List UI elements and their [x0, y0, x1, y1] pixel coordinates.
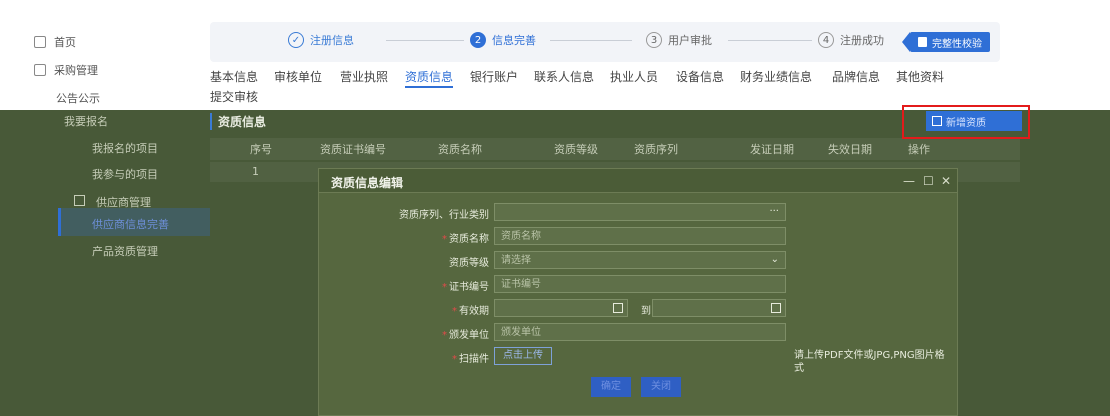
step-bar: ✓ 注册信息 2 信息完善 3 用户审批 4 注册成功 完整性校验: [210, 22, 1000, 62]
field-label: 扫描件: [459, 354, 489, 365]
folder-icon: [34, 64, 46, 76]
tab-basic-info[interactable]: 基本信息: [210, 68, 258, 86]
certificate-number-input[interactable]: 证书编号: [494, 275, 786, 293]
upload-button[interactable]: 点击上传: [494, 347, 552, 365]
sidebar-item-home[interactable]: 首页: [22, 28, 210, 56]
sidebar-item-product-qualification[interactable]: 产品资质管理: [92, 243, 158, 259]
tab-contacts[interactable]: 联系人信息: [534, 68, 594, 86]
step-register-success: 4 注册成功: [818, 32, 884, 48]
field-row-cert-no: * 证书编号 证书编号: [319, 275, 957, 295]
tab-qualification[interactable]: 资质信息: [405, 68, 454, 88]
vendor-icon: [74, 195, 85, 206]
page: 首页 采购管理 公告公示 ✓ 注册信息 2 信息完善 3 用户审批 4 注册成功…: [0, 0, 1110, 416]
field-row-issuer: * 颁发单位 颁发单位: [319, 323, 957, 343]
document-icon: [918, 37, 927, 47]
table-header: 序号 资质证书编号 资质名称 资质等级 资质序列 发证日期 失效日期 操作: [210, 138, 1020, 160]
column-header: 资质等级: [554, 143, 598, 156]
calendar-icon: [771, 303, 781, 313]
column-header: 序号: [250, 143, 272, 156]
close-icon[interactable]: ✕: [941, 174, 951, 188]
field-row-name: * 资质名称 资质名称: [319, 227, 957, 247]
section-title: 资质信息: [210, 113, 266, 130]
completeness-check-button[interactable]: 完整性校验: [902, 32, 990, 52]
qualification-edit-dialog: 资质信息编辑 — ☐ ✕ 资质序列、行业类别 ··· * 资质名称 资质名称 资质…: [318, 168, 958, 416]
required-mark: *: [452, 354, 457, 365]
field-label: 资质序列、行业类别: [399, 210, 489, 221]
tab-bank-account[interactable]: 银行账户: [470, 68, 518, 86]
column-header: 发证日期: [750, 143, 794, 156]
maximize-icon[interactable]: ☐: [923, 174, 934, 188]
sidebar-item-my-projects[interactable]: 我参与的项目: [92, 166, 158, 182]
confirm-button[interactable]: 确定: [591, 377, 631, 397]
dialog-close-button[interactable]: 关闭: [641, 377, 681, 397]
sidebar-item-my-signups[interactable]: 我报名的项目: [92, 140, 158, 156]
step-divider: [728, 40, 812, 41]
check-icon: ✓: [288, 32, 304, 48]
required-mark: *: [442, 330, 447, 341]
field-label: 颁发单位: [449, 330, 489, 341]
tab-business-license[interactable]: 营业执照: [340, 68, 388, 86]
sidebar-item-signup[interactable]: 我要报名: [64, 113, 108, 129]
field-row-scan: * 扫描件 点击上传 请上传PDF文件或JPG,PNG图片格式: [319, 347, 957, 374]
field-label: 资质等级: [449, 258, 489, 269]
field-row-level: 资质等级 请选择 ⌄: [319, 251, 957, 271]
field-row-validity: * 有效期 到: [319, 299, 957, 319]
end-date-input[interactable]: [652, 299, 786, 317]
field-label: 有效期: [459, 306, 489, 317]
home-icon: [34, 36, 46, 48]
tab-review-unit[interactable]: 审核单位: [274, 68, 322, 86]
tab-finance[interactable]: 财务业绩信息: [740, 68, 812, 86]
column-header: 失效日期: [828, 143, 872, 156]
field-label: 资质名称: [449, 234, 489, 245]
step-user-approval: 3 用户审批: [646, 32, 712, 48]
step-register-info: ✓ 注册信息: [288, 32, 354, 48]
tab-equipment[interactable]: 设备信息: [676, 68, 724, 86]
tab-brand[interactable]: 品牌信息: [832, 68, 880, 86]
required-mark: *: [452, 306, 457, 317]
calendar-icon: [613, 303, 623, 313]
tab-practitioners[interactable]: 执业人员: [610, 68, 658, 86]
qualification-name-input[interactable]: 资质名称: [494, 227, 786, 245]
field-label: 证书编号: [449, 282, 489, 293]
tab-other[interactable]: 其他资料: [896, 68, 944, 86]
column-header: 操作: [908, 143, 930, 156]
more-icon: ···: [769, 206, 779, 217]
chevron-down-icon: ⌄: [770, 254, 779, 265]
issuing-authority-input[interactable]: 颁发单位: [494, 323, 786, 341]
required-mark: *: [442, 234, 447, 245]
tab-bar: 基本信息 审核单位 营业执照 资质信息 银行账户 联系人信息 执业人员 设备信息…: [210, 68, 1000, 88]
field-row-category: 资质序列、行业类别 ···: [319, 203, 957, 223]
sidebar-item-vendor-info[interactable]: 供应商信息完善: [92, 216, 169, 232]
required-mark: *: [442, 282, 447, 293]
step-divider: [386, 40, 464, 41]
dialog-header: 资质信息编辑 — ☐ ✕: [319, 169, 957, 193]
tab-submit-review[interactable]: 提交审核: [210, 88, 258, 105]
step-divider: [550, 40, 632, 41]
sidebar-item-announcements[interactable]: 公告公示: [22, 84, 210, 112]
upload-hint: 请上传PDF文件或JPG,PNG图片格式: [794, 350, 945, 374]
category-picker[interactable]: ···: [494, 203, 786, 221]
row-index: 1: [252, 165, 259, 178]
qualification-level-select[interactable]: 请选择 ⌄: [494, 251, 786, 269]
dialog-title: 资质信息编辑: [331, 176, 404, 190]
date-range-separator: 到: [641, 306, 651, 317]
minimize-icon[interactable]: —: [903, 174, 915, 188]
column-header: 资质证书编号: [320, 143, 386, 156]
column-header: 资质序列: [634, 143, 678, 156]
highlight-box: [902, 105, 1030, 139]
step-info-complete: 2 信息完善: [470, 32, 536, 48]
column-header: 资质名称: [438, 143, 482, 156]
start-date-input[interactable]: [494, 299, 628, 317]
sidebar-item-procurement[interactable]: 采购管理: [22, 56, 210, 84]
